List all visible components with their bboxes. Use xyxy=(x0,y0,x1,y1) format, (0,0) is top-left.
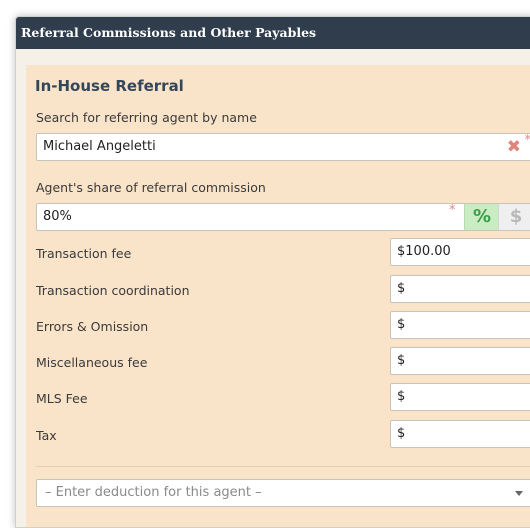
errors-omission-input[interactable]: $ xyxy=(390,311,530,339)
section-title: In-House Referral xyxy=(35,77,184,95)
mls-fee-label: MLS Fee xyxy=(36,391,88,406)
search-agent-label: Search for referring agent by name xyxy=(36,110,257,125)
tax-input[interactable]: $ xyxy=(390,420,530,448)
divider xyxy=(36,466,530,467)
agent-search-value: Michael Angeletti xyxy=(43,139,156,154)
share-input[interactable]: 80% * % $ xyxy=(36,203,530,231)
percent-toggle[interactable]: % xyxy=(464,204,499,230)
share-value: 80% xyxy=(43,209,72,224)
panel-header: Referral Commissions and Other Payables xyxy=(16,17,530,49)
in-house-referral-card: In-House Referral Search for referring a… xyxy=(26,65,530,527)
required-asterisk: * xyxy=(525,128,530,154)
chevron-down-icon xyxy=(515,491,523,496)
transaction-fee-label: Transaction fee xyxy=(36,246,131,261)
clear-icon[interactable]: ✖ xyxy=(507,134,521,160)
errors-omission-label: Errors & Omission xyxy=(36,319,148,334)
referral-payables-panel: Referral Commissions and Other Payables … xyxy=(15,16,530,528)
transaction-coordination-label: Transaction coordination xyxy=(36,283,190,298)
share-label: Agent's share of referral commission xyxy=(36,180,266,195)
dollar-toggle[interactable]: $ xyxy=(498,204,530,230)
deduction-select[interactable]: – Enter deduction for this agent – xyxy=(36,479,530,507)
mls-fee-input[interactable]: $ xyxy=(390,383,530,411)
transaction-fee-input[interactable]: $100.00 xyxy=(390,238,530,266)
required-asterisk: * xyxy=(449,198,456,224)
miscellaneous-fee-input[interactable]: $ xyxy=(390,347,530,375)
deduction-placeholder: – Enter deduction for this agent – xyxy=(45,485,262,500)
miscellaneous-fee-label: Miscellaneous fee xyxy=(36,355,147,370)
tax-label: Tax xyxy=(36,428,57,443)
agent-search-input[interactable]: Michael Angeletti ✖ * xyxy=(36,133,530,161)
transaction-coordination-input[interactable]: $ xyxy=(390,275,530,303)
